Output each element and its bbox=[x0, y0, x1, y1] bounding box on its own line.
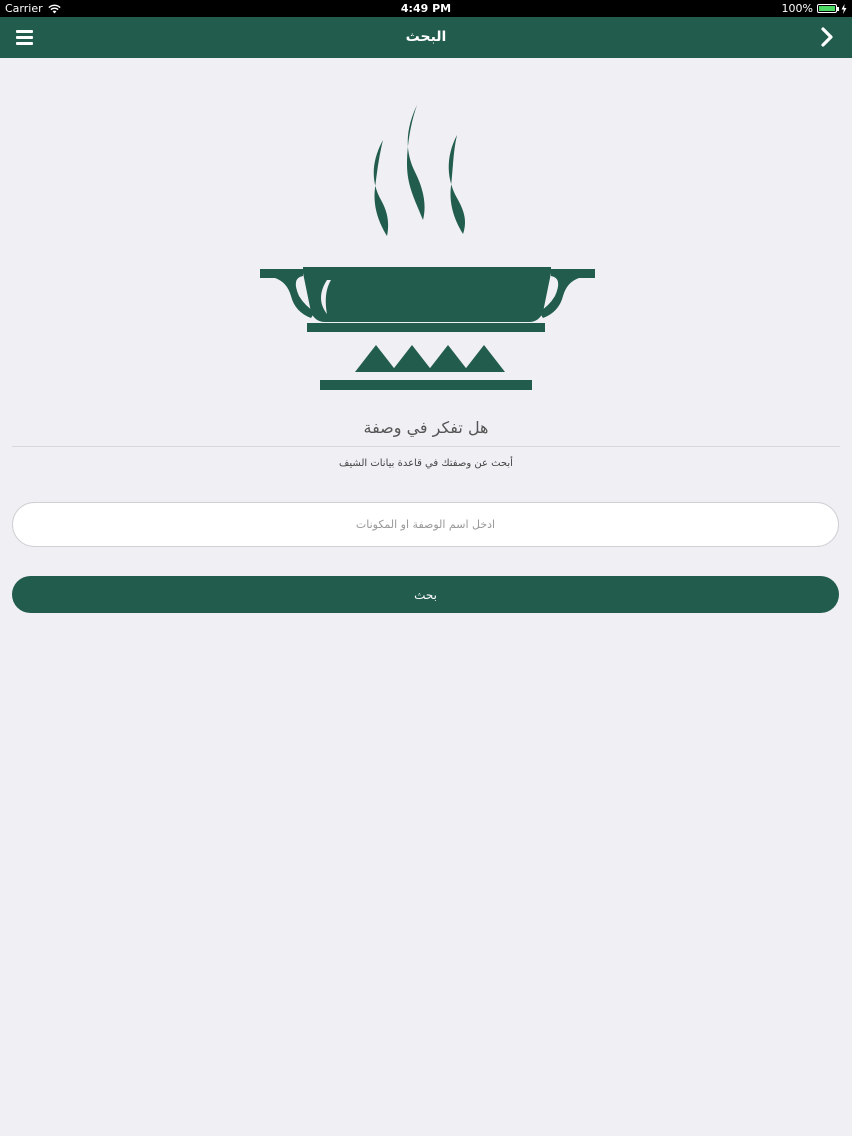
chevron-right-icon bbox=[821, 27, 833, 47]
battery-group: 100% bbox=[782, 2, 847, 15]
search-button[interactable]: بحث bbox=[12, 576, 839, 613]
battery-percent: 100% bbox=[781, 2, 813, 15]
charging-bolt-icon bbox=[841, 3, 847, 14]
status-bar: Carrier 4:49 PM 100% bbox=[0, 0, 852, 17]
cooking-pot-icon bbox=[260, 105, 595, 390]
divider bbox=[12, 446, 840, 447]
forward-button[interactable] bbox=[816, 25, 838, 49]
navigation-bar: البحث bbox=[0, 17, 852, 58]
battery-icon bbox=[817, 4, 839, 13]
status-time: 4:49 PM bbox=[400, 2, 452, 15]
search-input[interactable] bbox=[12, 502, 839, 547]
page-title: البحث bbox=[405, 29, 447, 45]
prompt-heading: هل تفكر في وصفة bbox=[363, 418, 489, 437]
prompt-subtitle: أبحث عن وصفتك في قاعدة بيانات الشيف bbox=[339, 458, 513, 469]
